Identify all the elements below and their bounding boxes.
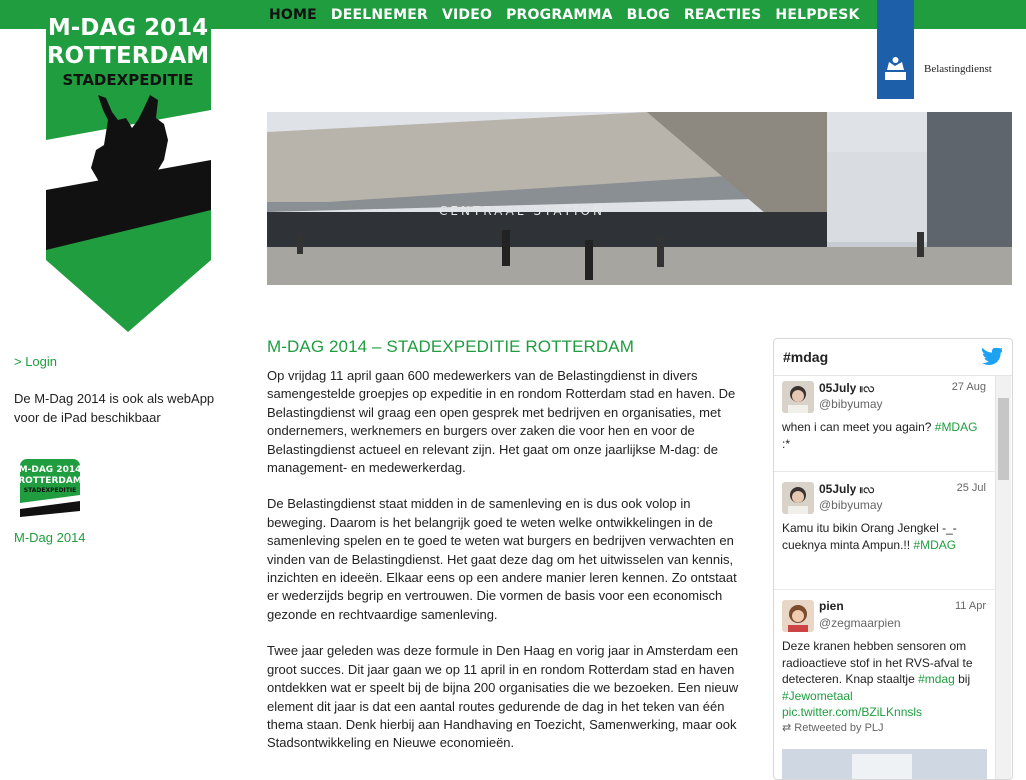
tweet-author-name[interactable]: pien xyxy=(819,599,844,613)
tweet-author-handle[interactable]: @bibyumay xyxy=(819,397,883,411)
avatar-zegmaarpien[interactable] xyxy=(782,600,814,632)
avatar-bibyumay[interactable] xyxy=(782,381,814,413)
station-sign: CENTRAAL STATION xyxy=(439,204,605,218)
twitter-bird-icon[interactable] xyxy=(982,348,1002,365)
twitter-scrollbar[interactable] xyxy=(995,376,1011,779)
login-link[interactable]: > Login xyxy=(14,352,234,371)
nav-deelnemer[interactable]: DEELNEMER xyxy=(324,0,435,29)
retweet-icon: ⇄ xyxy=(782,722,792,734)
scrollbar-thumb[interactable] xyxy=(998,398,1009,480)
tweet-author-name[interactable]: 05July ။လ xyxy=(819,481,875,499)
paragraph-3: Twee jaar geleden was deze formule in De… xyxy=(267,643,739,751)
tweet-author-handle[interactable]: @zegmaarpien xyxy=(819,616,901,630)
app-icon-line3: STADEXPEDITIE xyxy=(24,487,76,494)
tweet-hashtag[interactable]: #MDAG xyxy=(913,538,956,552)
app-icon[interactable]: M-DAG 2014 ROTTERDAM STADEXPEDITIE xyxy=(18,459,82,519)
nav-home[interactable]: HOME xyxy=(262,0,324,29)
tweet-hashtag[interactable]: #mdag xyxy=(918,672,955,686)
tweet-1[interactable]: 05July ။လ @bibyumay 27 Aug when i can me… xyxy=(774,376,996,472)
twitter-header: #mdag xyxy=(774,339,1012,376)
tweet-author-name[interactable]: 05July ။လ xyxy=(819,380,875,398)
brand-bar xyxy=(877,0,914,99)
sidebar: > Login De M-Dag 2014 is ook als webApp … xyxy=(14,352,234,547)
brand-name: Belastingdienst xyxy=(924,63,992,75)
tweet-media-preview[interactable] xyxy=(782,749,987,780)
tweet-text: when i can meet you again? #MDAG :* xyxy=(782,419,987,452)
webapp-text: De M-Dag 2014 is ook als webApp voor de … xyxy=(14,391,215,425)
tweet-text-body: when i can meet you again? xyxy=(782,420,935,434)
tweet-3[interactable]: pien @zegmaarpien 11 Apr Deze kranen heb… xyxy=(774,595,996,780)
twitter-title[interactable]: #mdag xyxy=(783,349,828,365)
tweet-text-mid: bij xyxy=(954,672,971,686)
nav-video[interactable]: VIDEO xyxy=(435,0,499,29)
tweet-date[interactable]: 27 Aug xyxy=(952,381,986,393)
tweet-date[interactable]: 25 Jul xyxy=(957,482,986,494)
nav-blog[interactable]: BLOG xyxy=(620,0,677,29)
tweet-text-tail: :* xyxy=(782,436,791,451)
belastingdienst-logo[interactable]: Belastingdienst xyxy=(877,0,992,99)
avatar-bibyumay[interactable] xyxy=(782,482,814,514)
tweet-hashtag-2[interactable]: #Jewometaal xyxy=(782,689,853,703)
tweet-text: Deze kranen hebben sensoren om radioacti… xyxy=(782,638,987,721)
main-content: M-DAG 2014 – STADEXPEDITIE ROTTERDAM Op … xyxy=(267,337,747,771)
twitter-widget: #mdag 05July ။လ @bibyumay 27 Aug when i … xyxy=(773,338,1013,780)
nav-helpdesk[interactable]: HELPDESK xyxy=(768,0,866,29)
tweet-pic-link[interactable]: pic.twitter.com/BZiLKnnsls xyxy=(782,705,922,719)
nav-reacties[interactable]: REACTIES xyxy=(677,0,768,29)
tweet-hashtag[interactable]: #MDAG xyxy=(935,420,978,434)
paragraph-2: De Belastingdienst staat midden in de sa… xyxy=(267,496,737,622)
retweet-info: ⇄ Retweeted by PLJ xyxy=(782,721,884,734)
tweet-author-handle[interactable]: @bibyumay xyxy=(819,498,883,512)
tweet-text: Kamu itu bikin Orang Jengkel -_- cueknya… xyxy=(782,520,987,553)
tweet-2[interactable]: 05July ။လ @bibyumay 25 Jul Kamu itu biki… xyxy=(774,477,996,590)
app-icon-line1: M-DAG 2014 xyxy=(20,465,80,475)
logo-line1: M-DAG 2014 xyxy=(48,15,208,41)
hero-image-centraal-station: CENTRAAL STATION xyxy=(267,112,1012,285)
page-title: M-DAG 2014 – STADEXPEDITIE ROTTERDAM xyxy=(267,337,634,356)
mdag-logo[interactable]: M-DAG 2014 ROTTERDAM STADEXPEDITIE xyxy=(46,0,211,332)
app-link[interactable]: M-Dag 2014 xyxy=(14,528,234,547)
main-nav: HOME DEELNEMER VIDEO PROGRAMMA BLOG REAC… xyxy=(262,0,867,29)
crown-icon xyxy=(885,57,906,80)
tweet-date[interactable]: 11 Apr xyxy=(955,600,986,612)
retweet-text: Retweeted by PLJ xyxy=(794,722,884,734)
logo-line3: STADEXPEDITIE xyxy=(62,71,193,89)
logo-line2: ROTTERDAM xyxy=(47,43,209,69)
nav-programma[interactable]: PROGRAMMA xyxy=(499,0,620,29)
app-icon-line2: ROTTERDAM xyxy=(20,476,80,486)
paragraph-1: Op vrijdag 11 april gaan 600 medewerkers… xyxy=(267,368,736,476)
